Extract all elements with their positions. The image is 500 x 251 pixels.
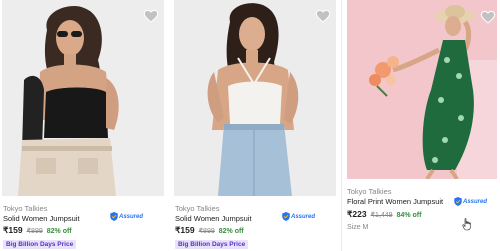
hand-cursor-icon <box>462 218 471 231</box>
size-label: Size M <box>347 224 369 231</box>
product-title[interactable]: Solid Women Jumpsuit <box>3 214 80 223</box>
product-image[interactable] <box>347 0 497 179</box>
heart-icon[interactable] <box>143 8 159 24</box>
model-photo <box>2 0 164 196</box>
original-price: ₹899 <box>26 228 43 235</box>
discount-percent: 82% off <box>218 228 244 235</box>
product-card[interactable]: Tokyo Talkies Solid Women Jumpsuit Assur… <box>0 0 168 251</box>
assured-shield-icon <box>282 212 290 221</box>
price-row: ₹159 ₹899 82% off <box>175 225 244 236</box>
product-title[interactable]: Floral Print Women Jumpsuit <box>347 197 443 206</box>
product-image[interactable] <box>174 0 336 196</box>
product-brand: Tokyo Talkies <box>3 204 48 213</box>
assured-label: Assured <box>119 213 144 220</box>
heart-icon[interactable] <box>480 9 496 25</box>
heart-icon[interactable] <box>315 8 331 24</box>
assured-badge: Assured <box>110 212 143 221</box>
model-photo <box>174 0 336 196</box>
product-title[interactable]: Solid Women Jumpsuit <box>175 214 252 223</box>
discount-percent: 84% off <box>396 212 422 219</box>
selling-price: ₹159 <box>3 225 23 235</box>
assured-shield-icon <box>110 212 118 221</box>
product-grid: Tokyo Talkies Solid Women Jumpsuit Assur… <box>0 0 500 251</box>
product-card[interactable]: Tokyo Talkies Floral Print Women Jumpsui… <box>341 0 500 251</box>
product-brand: Tokyo Talkies <box>175 204 220 213</box>
selling-price: ₹223 <box>347 209 367 219</box>
price-row: ₹223 ₹1,449 84% off <box>347 209 421 220</box>
assured-shield-icon <box>454 197 462 206</box>
assured-label: Assured <box>463 198 488 205</box>
sale-price-badge: Big Billion Days Price <box>175 240 249 249</box>
assured-badge: Assured <box>454 197 487 206</box>
assured-badge: Assured <box>282 212 315 221</box>
original-price: ₹1,449 <box>370 212 393 219</box>
original-price: ₹899 <box>198 228 215 235</box>
discount-percent: 82% off <box>46 228 72 235</box>
selling-price: ₹159 <box>175 225 195 235</box>
sale-price-badge: Big Billion Days Price <box>3 240 77 249</box>
model-photo <box>347 0 497 179</box>
product-image[interactable] <box>2 0 164 196</box>
assured-label: Assured <box>291 213 316 220</box>
product-brand: Tokyo Talkies <box>347 187 392 196</box>
product-card[interactable]: Tokyo Talkies Solid Women Jumpsuit Assur… <box>172 0 340 251</box>
price-row: ₹159 ₹899 82% off <box>3 225 72 236</box>
